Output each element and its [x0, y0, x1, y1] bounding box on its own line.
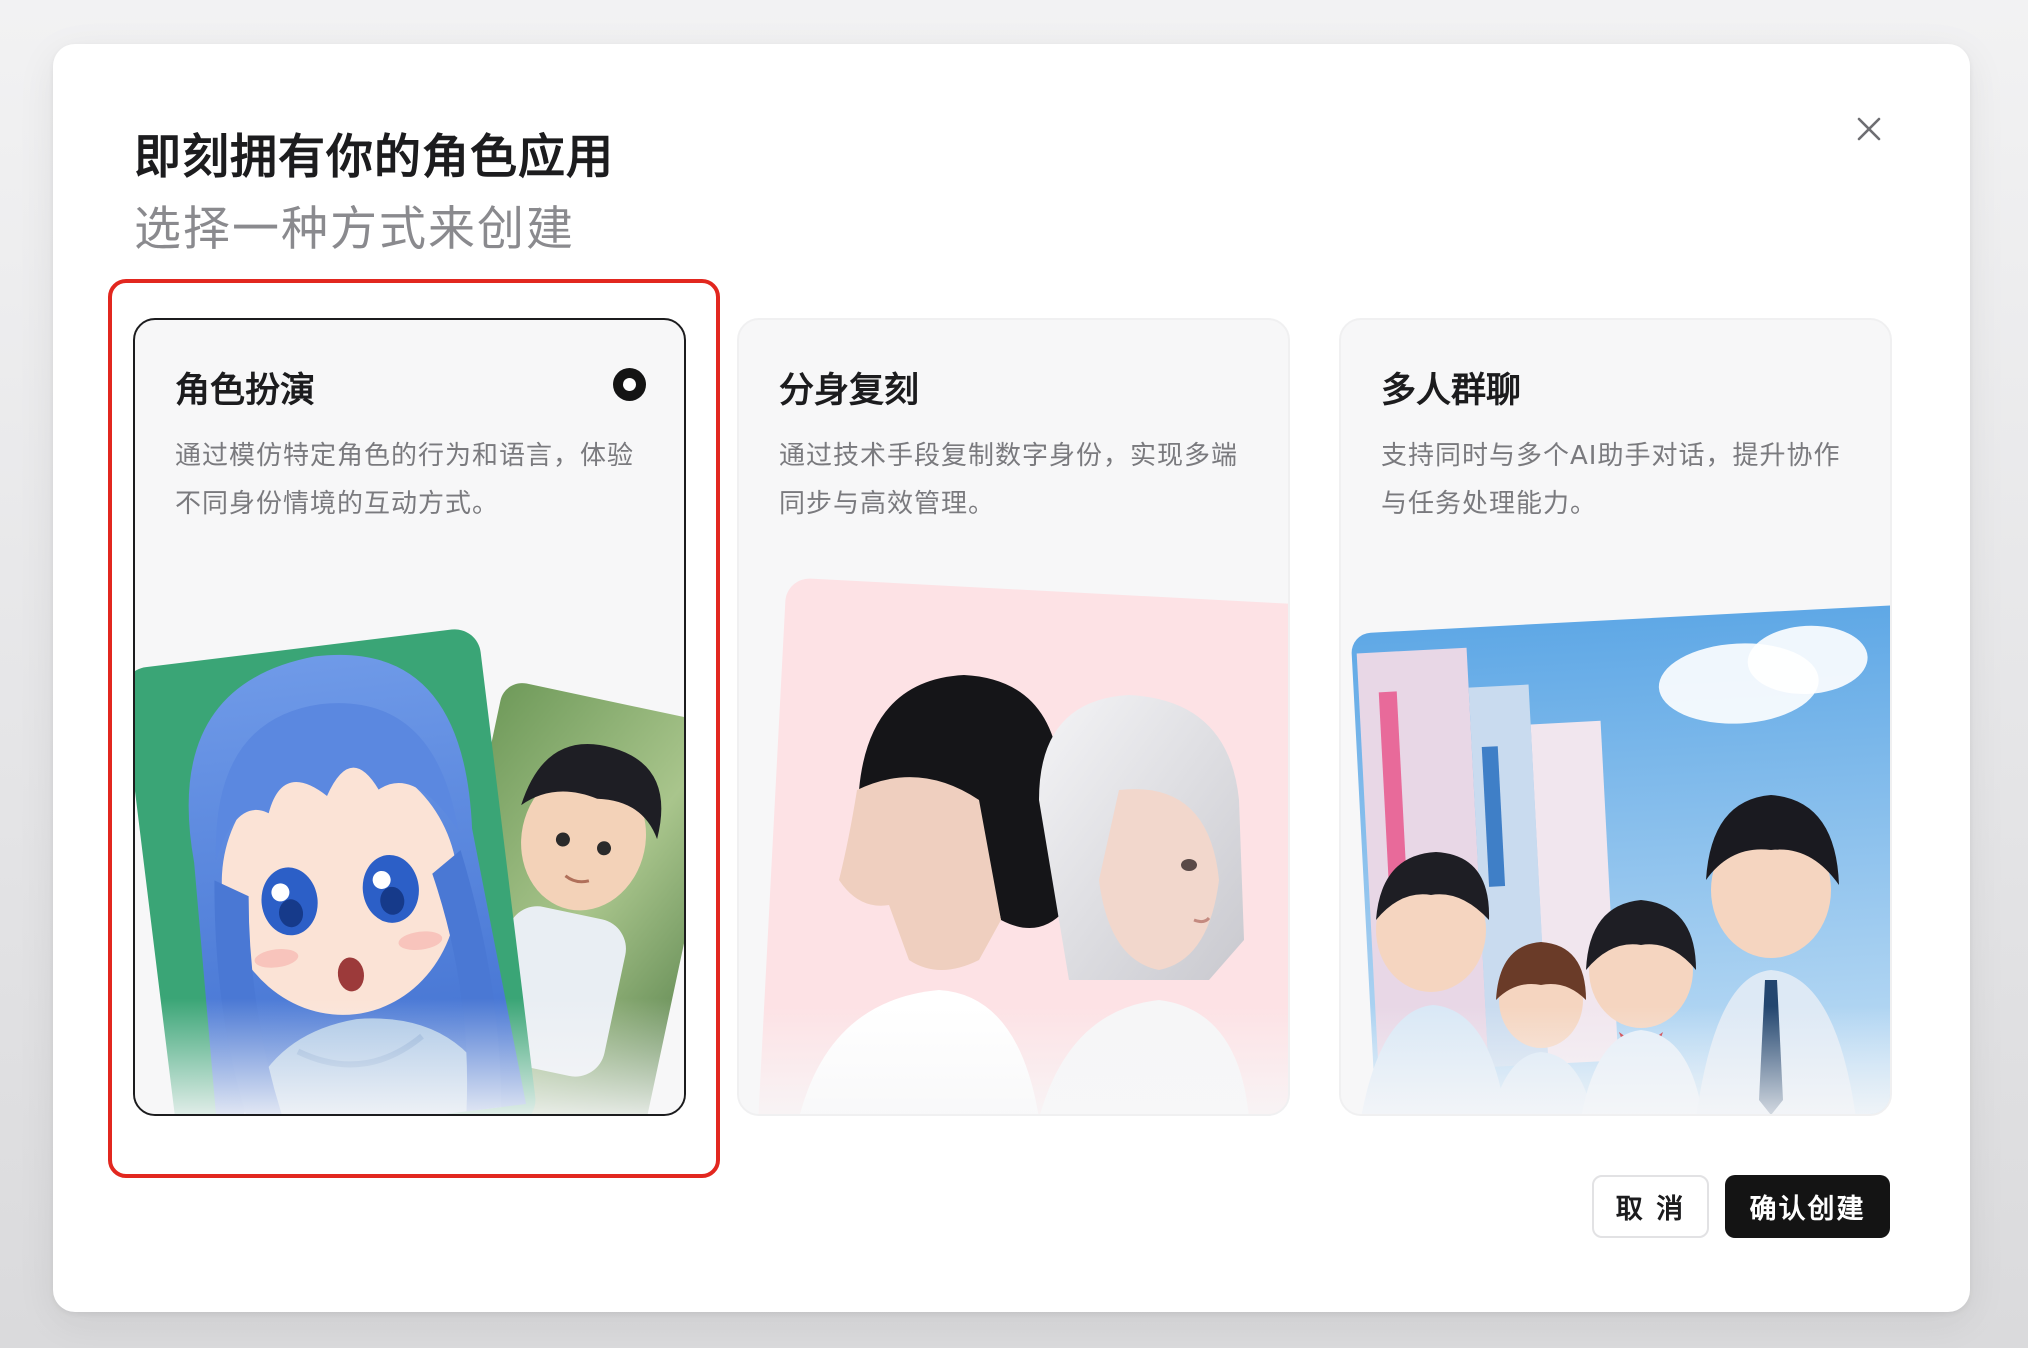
option-description: 通过技术手段复制数字身份，实现多端同步与高效管理。	[779, 441, 1239, 519]
option-card-roleplay[interactable]: 角色扮演 通过模仿特定角色的行为和语言，体验不同身份情境的互动方式。	[133, 318, 686, 1116]
cancel-button[interactable]: 取 消	[1592, 1175, 1709, 1238]
dialog-title: 即刻拥有你的角色应用	[134, 130, 614, 185]
option-title: 分身复刻	[779, 371, 920, 411]
radio-selected-icon[interactable]	[613, 368, 646, 401]
close-button[interactable]	[1852, 112, 1886, 146]
dialog-subtitle: 选择一种方式来创建	[134, 202, 575, 257]
confirm-create-button[interactable]: 确认创建	[1725, 1175, 1890, 1238]
option-card-group-chat[interactable]: 多人群聊 支持同时与多个AI助手对话，提升协作与任务处理能力。	[1339, 318, 1892, 1116]
close-icon	[1857, 117, 1881, 141]
option-description: 通过模仿特定角色的行为和语言，体验不同身份情境的互动方式。	[175, 441, 635, 519]
option-card-avatar-clone[interactable]: 分身复刻 通过技术手段复制数字身份，实现多端同步与高效管理。	[737, 318, 1290, 1116]
option-description: 支持同时与多个AI助手对话，提升协作与任务处理能力。	[1381, 441, 1841, 519]
option-title: 角色扮演	[175, 371, 316, 411]
option-title: 多人群聊	[1381, 371, 1522, 411]
